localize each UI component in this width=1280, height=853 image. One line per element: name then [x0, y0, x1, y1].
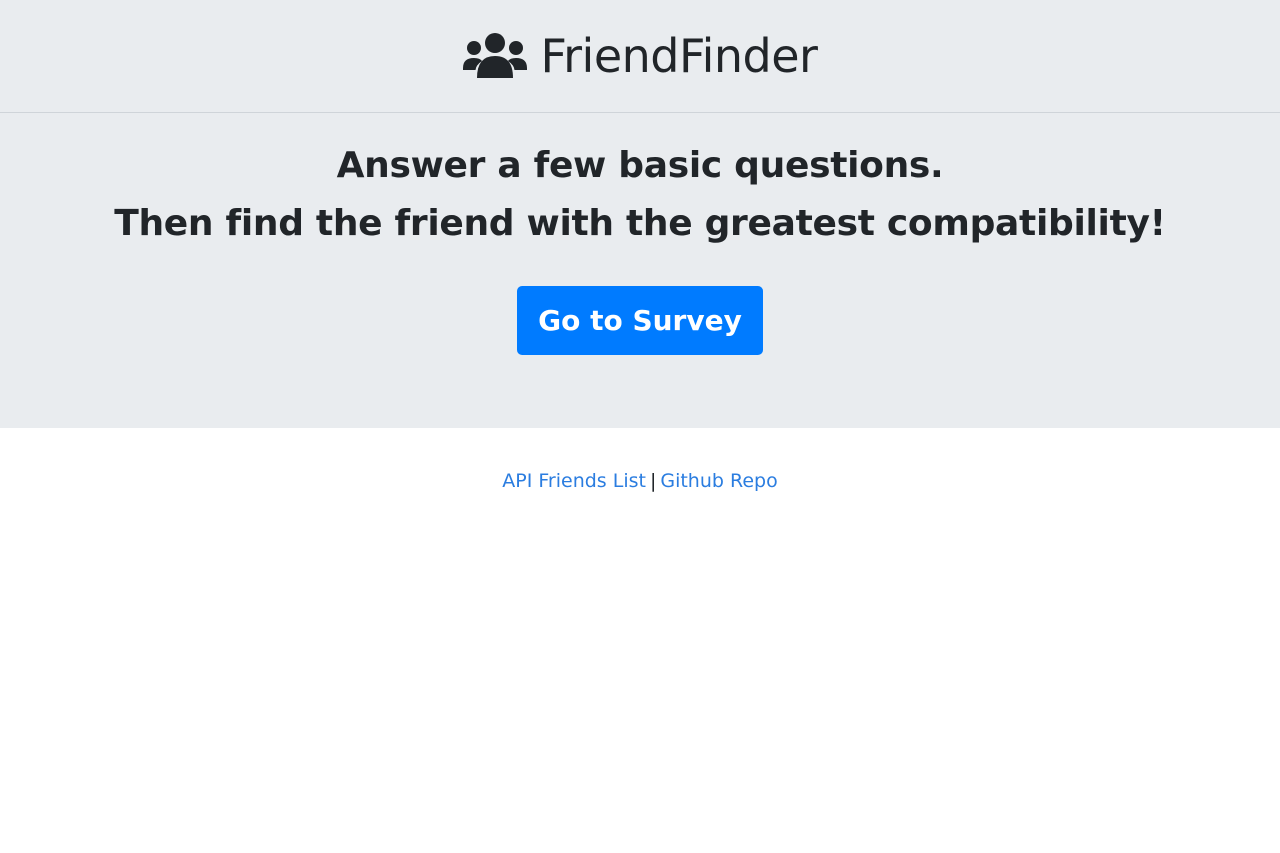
go-to-survey-button[interactable]: Go to Survey [517, 286, 763, 355]
cta-wrap: Go to Survey [0, 286, 1280, 355]
footer-links: API Friends List | Github Repo [0, 470, 1280, 492]
app-title: FriendFinder [540, 29, 818, 83]
github-repo-link[interactable]: Github Repo [660, 470, 777, 492]
link-separator: | [649, 470, 657, 492]
api-friends-list-link[interactable]: API Friends List [502, 470, 646, 492]
hero-line-1: Answer a few basic questions. [336, 145, 944, 186]
brand: FriendFinder [462, 29, 818, 83]
hero-line-2: Then find the friend with the greatest c… [114, 203, 1166, 244]
brand-bar: FriendFinder [0, 0, 1280, 113]
users-icon [462, 33, 527, 78]
hero-text: Answer a few basic questions. Then find … [0, 113, 1280, 253]
jumbotron: FriendFinder Answer a few basic question… [0, 0, 1280, 428]
